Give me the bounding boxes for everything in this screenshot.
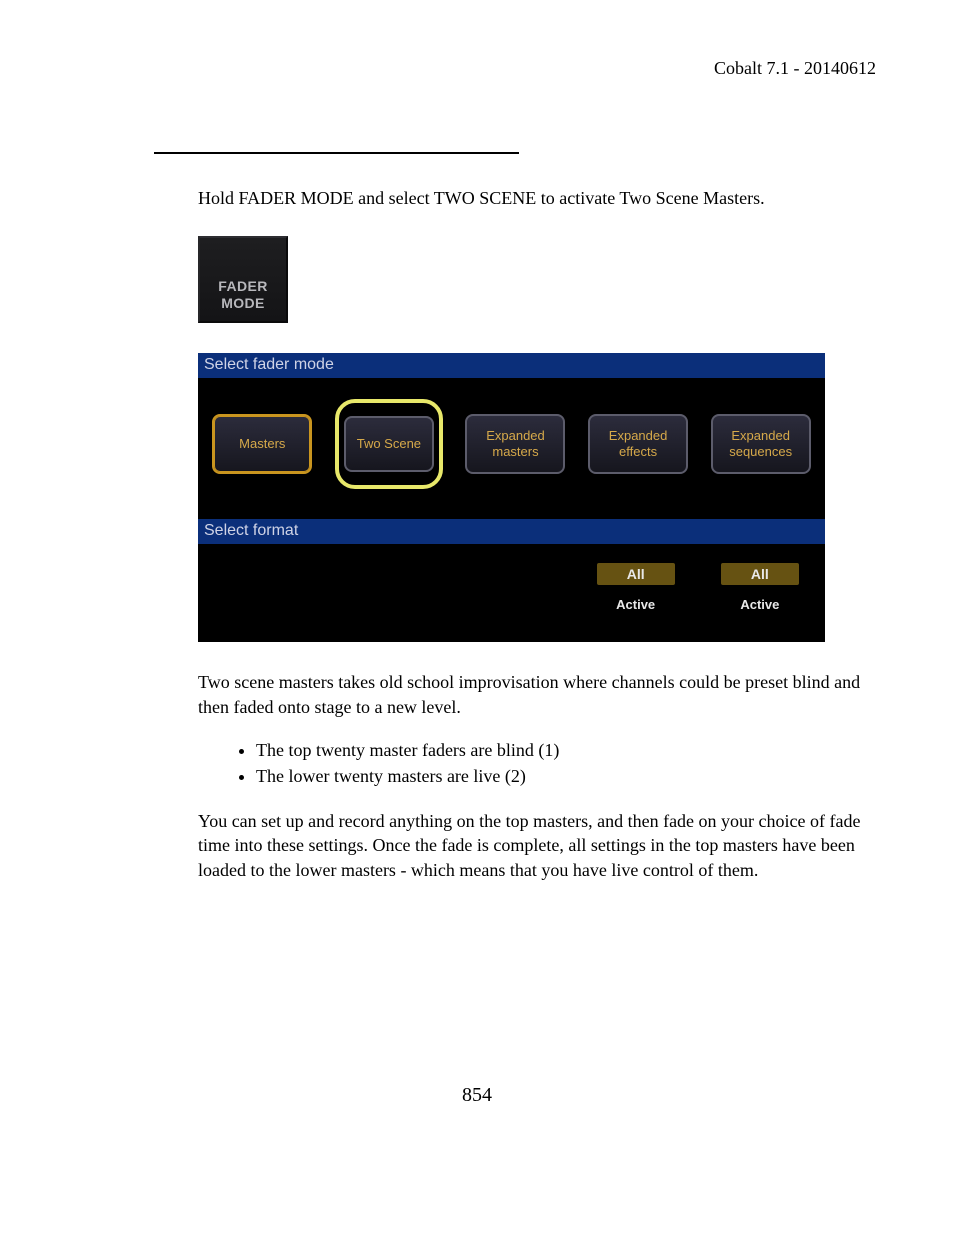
fader-mode-panel: Select fader mode Masters Two Scene Expa…	[198, 353, 825, 642]
fader-mode-key[interactable]: FADERMODE	[198, 236, 288, 323]
format-all-button-1[interactable]: All	[597, 563, 675, 585]
mode-expanded-sequences-button[interactable]: Expanded sequences	[711, 414, 811, 474]
format-all-button-2[interactable]: All	[721, 563, 799, 585]
select-format-heading: Select format	[198, 519, 825, 545]
fader-mode-key-label: FADERMODE	[218, 278, 267, 312]
format-buttons-row: All Active All Active	[198, 545, 825, 642]
select-fader-mode-heading: Select fader mode	[198, 353, 825, 379]
page-number: 854	[0, 1084, 954, 1107]
intro-paragraph: Hold FADER MODE and select TWO SCENE to …	[198, 186, 884, 210]
bullet-item-1: The top twenty master faders are blind (…	[256, 737, 884, 763]
mode-two-scene-button[interactable]: Two Scene	[344, 416, 434, 472]
fader-mode-buttons-row: Masters Two Scene Expanded masters Expan…	[198, 379, 825, 519]
doc-header: Cobalt 7.1 - 20140612	[714, 58, 876, 79]
bullet-list: The top twenty master faders are blind (…	[228, 737, 884, 789]
mode-masters-button[interactable]: Masters	[212, 414, 312, 474]
format-active-label-1[interactable]: Active	[616, 597, 655, 612]
after-panel-paragraph: Two scene masters takes old school impro…	[198, 670, 884, 719]
mode-expanded-effects-button[interactable]: Expanded effects	[588, 414, 688, 474]
section-divider	[154, 152, 519, 154]
bullet-item-2: The lower twenty masters are live (2)	[256, 763, 884, 789]
mode-expanded-masters-button[interactable]: Expanded masters	[465, 414, 565, 474]
mode-two-scene-highlight: Two Scene	[335, 399, 443, 489]
final-paragraph: You can set up and record anything on th…	[198, 809, 884, 882]
format-active-label-2[interactable]: Active	[740, 597, 779, 612]
